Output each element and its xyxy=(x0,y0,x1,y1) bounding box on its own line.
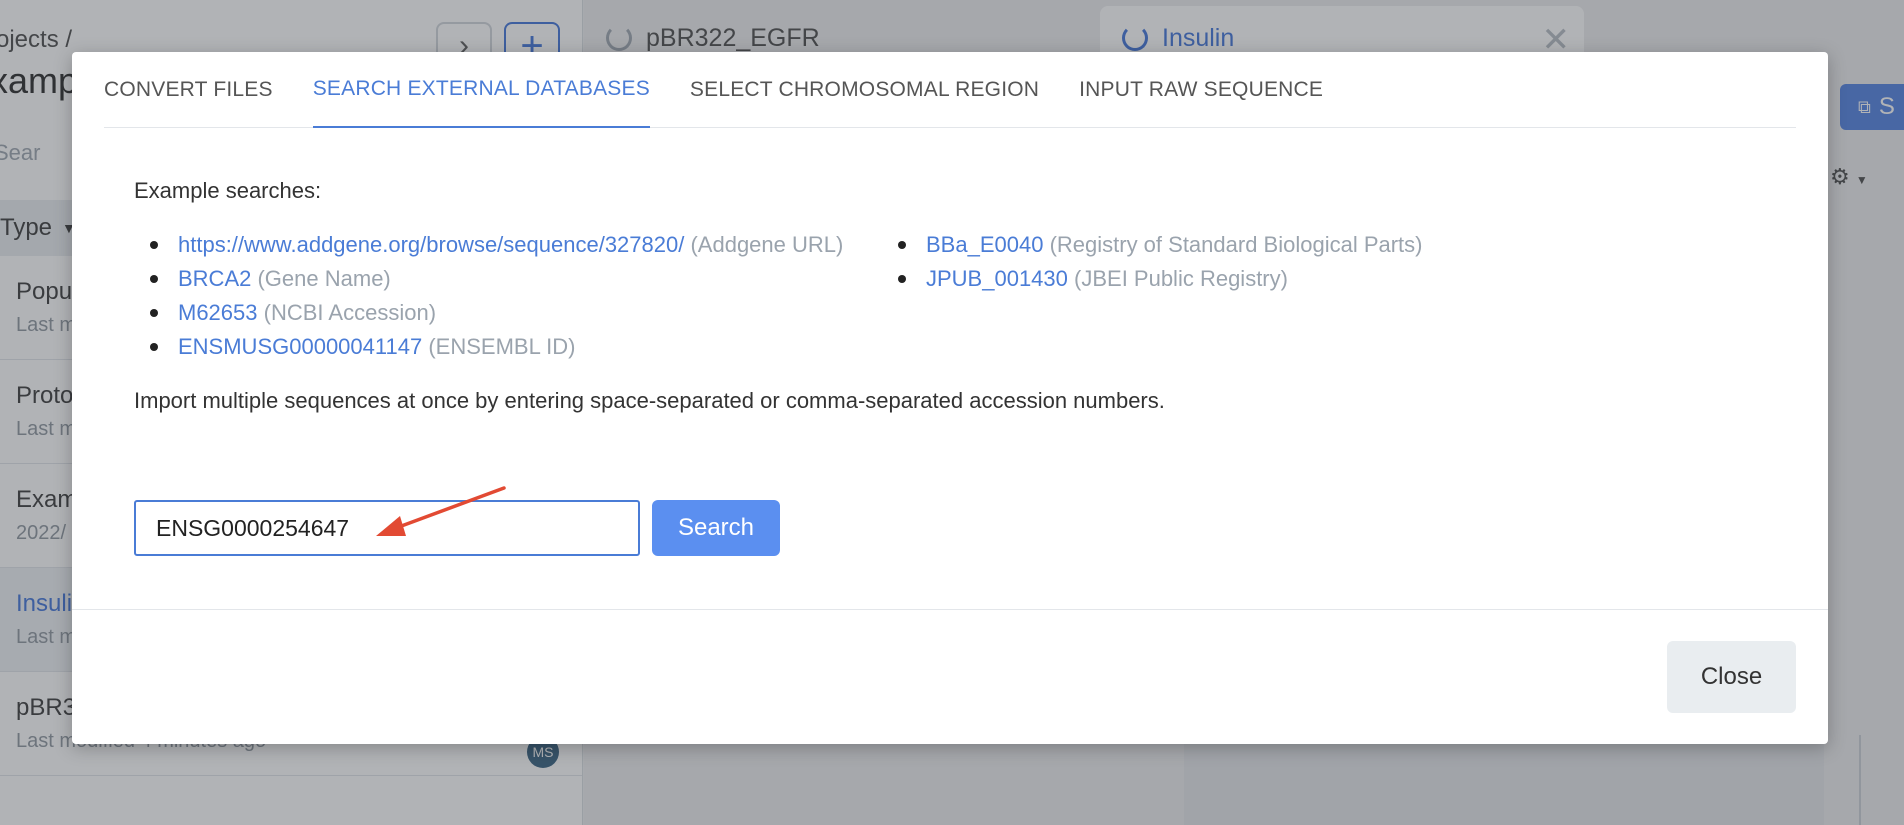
example-note: (NCBI Accession) xyxy=(263,300,437,325)
footer-divider xyxy=(72,609,1828,610)
example-note: (Addgene URL) xyxy=(690,232,844,257)
example-link-bba[interactable]: BBa_E0040 xyxy=(926,232,1043,257)
search-button[interactable]: Search xyxy=(652,500,780,556)
list-item: JPUB_001430 (JBEI Public Registry) xyxy=(898,262,1423,296)
list-item: https://www.addgene.org/browse/sequence/… xyxy=(150,228,926,262)
example-link-ensembl[interactable]: ENSMUSG00000041147 xyxy=(178,334,422,359)
close-button[interactable]: Close xyxy=(1667,641,1796,713)
example-link-jpub[interactable]: JPUB_001430 xyxy=(926,266,1068,291)
search-panel: Example searches: https://www.addgene.or… xyxy=(134,178,1774,414)
tab-input-raw-sequence[interactable]: INPUT RAW SEQUENCE xyxy=(1079,52,1323,128)
list-item: BRCA2 (Gene Name) xyxy=(150,262,926,296)
list-item: ENSMUSG00000041147 (ENSEMBL ID) xyxy=(150,330,926,364)
multi-import-hint: Import multiple sequences at once by ent… xyxy=(134,388,1165,413)
example-link-m62653[interactable]: M62653 xyxy=(178,300,258,325)
example-list-right: BBa_E0040 (Registry of Standard Biologic… xyxy=(898,228,1423,364)
import-sequence-modal: CONVERT FILES SEARCH EXTERNAL DATABASES … xyxy=(72,52,1828,744)
example-note: (ENSEMBL ID) xyxy=(428,334,576,359)
list-item: BBa_E0040 (Registry of Standard Biologic… xyxy=(898,228,1423,262)
example-link-addgene[interactable]: https://www.addgene.org/browse/sequence/… xyxy=(178,232,684,257)
tab-select-chromosomal-region[interactable]: SELECT CHROMOSOMAL REGION xyxy=(690,52,1039,128)
annotation-arrow-icon xyxy=(376,486,506,536)
example-link-brca2[interactable]: BRCA2 xyxy=(178,266,251,291)
tab-search-external-databases[interactable]: SEARCH EXTERNAL DATABASES xyxy=(312,52,650,128)
example-searches: https://www.addgene.org/browse/sequence/… xyxy=(134,228,1774,364)
examples-label: Example searches: xyxy=(134,178,322,203)
modal-tabs: CONVERT FILES SEARCH EXTERNAL DATABASES … xyxy=(104,52,1796,128)
tab-convert-files[interactable]: CONVERT FILES xyxy=(104,52,273,128)
list-item: M62653 (NCBI Accession) xyxy=(150,296,926,330)
example-note: (JBEI Public Registry) xyxy=(1074,266,1288,291)
example-note: (Gene Name) xyxy=(257,266,391,291)
example-note: (Registry of Standard Biological Parts) xyxy=(1049,232,1423,257)
example-list-left: https://www.addgene.org/browse/sequence/… xyxy=(134,228,926,364)
